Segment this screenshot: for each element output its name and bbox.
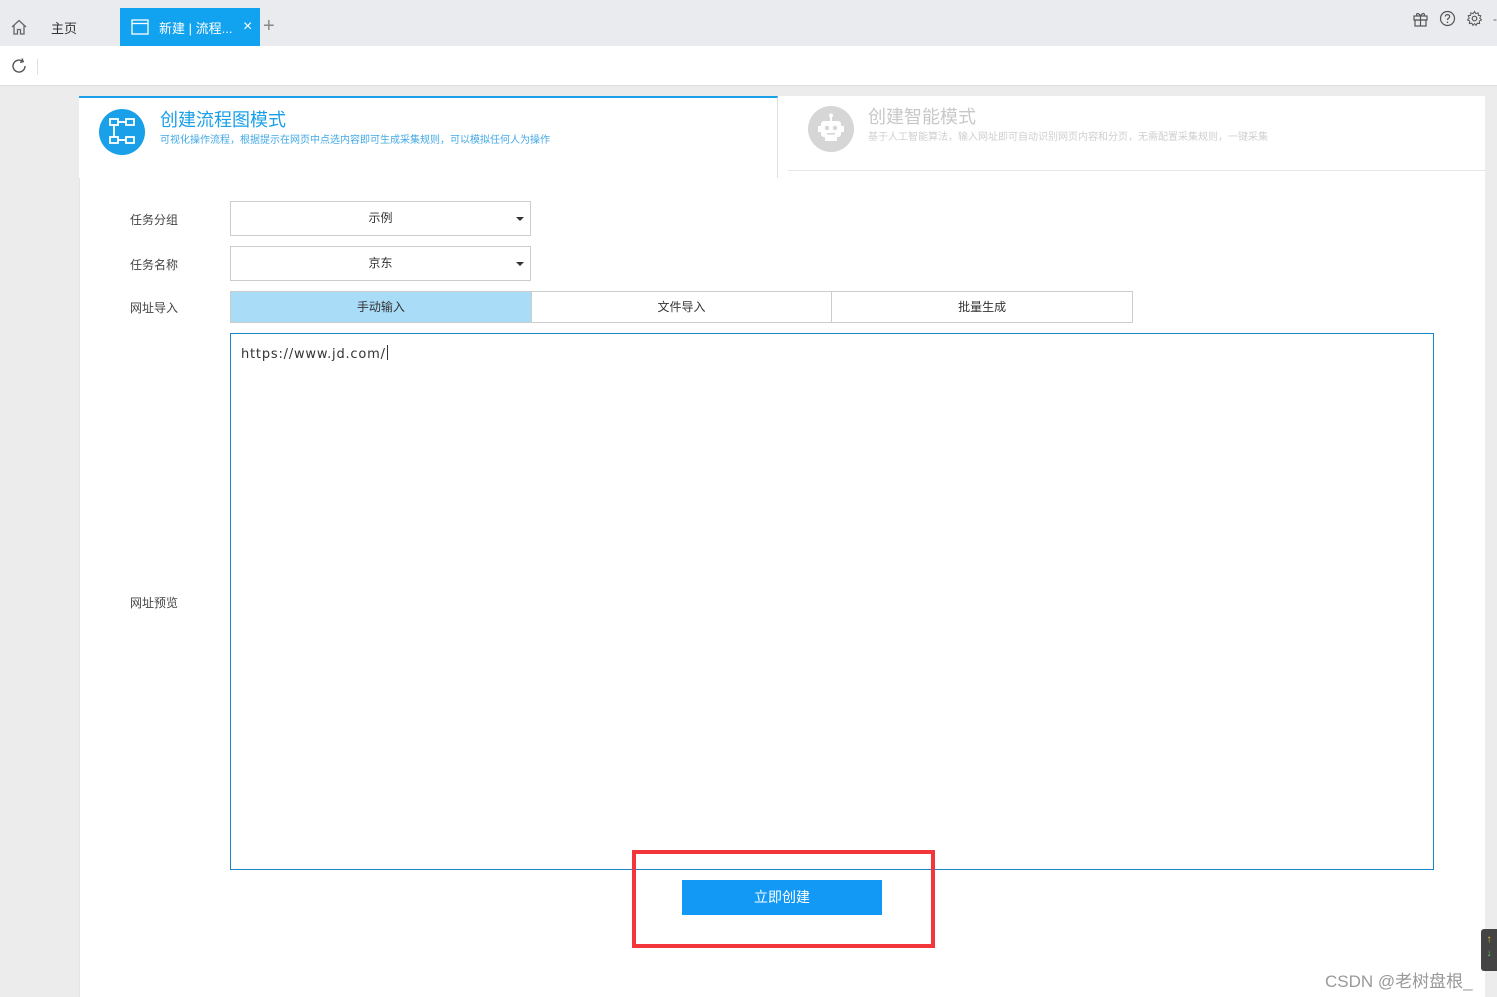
- url-textarea[interactable]: https://www.jd.com/: [230, 333, 1434, 870]
- tab-bar: 主页 新建 | 流程... × + -: [0, 0, 1497, 46]
- help-icon[interactable]: [1439, 10, 1456, 27]
- gift-icon[interactable]: [1412, 10, 1429, 27]
- refresh-icon[interactable]: [10, 57, 28, 75]
- highlight-box: [632, 850, 935, 948]
- settings-icon[interactable]: [1466, 10, 1483, 27]
- watermark: CSDN @老树盘根_: [1325, 972, 1473, 991]
- arrow-up-icon[interactable]: ↑: [1481, 929, 1497, 947]
- dropdown-caret-icon: [516, 262, 524, 266]
- close-icon[interactable]: ×: [243, 18, 252, 36]
- task-name-select[interactable]: 京东: [230, 246, 531, 281]
- task-group-value: 示例: [368, 211, 393, 225]
- mode-smart-title: 创建智能模式: [868, 107, 976, 127]
- dropdown-caret-icon: [516, 217, 524, 221]
- scroll-widget[interactable]: ↑ ↓: [1481, 929, 1497, 971]
- window-icon: [131, 19, 149, 35]
- flowchart-icon: [99, 109, 145, 155]
- tab-home-label: 主页: [51, 20, 78, 36]
- tab-home[interactable]: 主页: [0, 8, 118, 46]
- home-icon: [11, 19, 27, 35]
- robot-icon: [808, 106, 854, 152]
- minimize-button[interactable]: -: [1493, 12, 1497, 26]
- mode-smart-tab[interactable]: 创建智能模式 基于人工智能算法，输入网址即可自动识别网页内容和分页，无需配置采集…: [788, 96, 1485, 171]
- top-right-icons: -: [1412, 10, 1497, 27]
- toolbar-divider: [37, 59, 38, 75]
- url-import-label: 网址导入: [130, 301, 179, 315]
- url-import-segment: 手动输入 文件导入 批量生成: [230, 291, 1133, 323]
- arrow-down-icon[interactable]: ↓: [1481, 947, 1497, 961]
- task-name-value: 京东: [368, 256, 393, 270]
- tab-active-label: 新建 | 流程...: [159, 20, 233, 36]
- manual-input-button[interactable]: 手动输入: [231, 292, 531, 322]
- batch-generate-button[interactable]: 批量生成: [831, 292, 1133, 322]
- task-name-label: 任务名称: [130, 258, 179, 272]
- task-group-select[interactable]: 示例: [230, 201, 531, 236]
- url-text: https://www.jd.com/: [241, 347, 386, 362]
- mode-smart-desc: 基于人工智能算法，输入网址即可自动识别网页内容和分页，无需配置采集规则，一键采集: [868, 132, 1268, 143]
- mode-flowchart-tab[interactable]: 创建流程图模式 可视化操作流程，根据提示在网页中点选内容即可生成采集规则，可以模…: [79, 96, 778, 178]
- toolbar: [0, 46, 1497, 86]
- text-cursor: [386, 345, 388, 360]
- task-group-label: 任务分组: [130, 213, 179, 227]
- mode-flowchart-title: 创建流程图模式: [160, 110, 286, 130]
- tab-new-flowchart[interactable]: 新建 | 流程... ×: [120, 8, 260, 46]
- add-tab-button[interactable]: +: [263, 14, 275, 38]
- mode-flowchart-desc: 可视化操作流程，根据提示在网页中点选内容即可生成采集规则，可以模拟任何人为操作: [160, 135, 550, 146]
- url-preview-label: 网址预览: [130, 596, 179, 610]
- file-import-button[interactable]: 文件导入: [530, 292, 832, 322]
